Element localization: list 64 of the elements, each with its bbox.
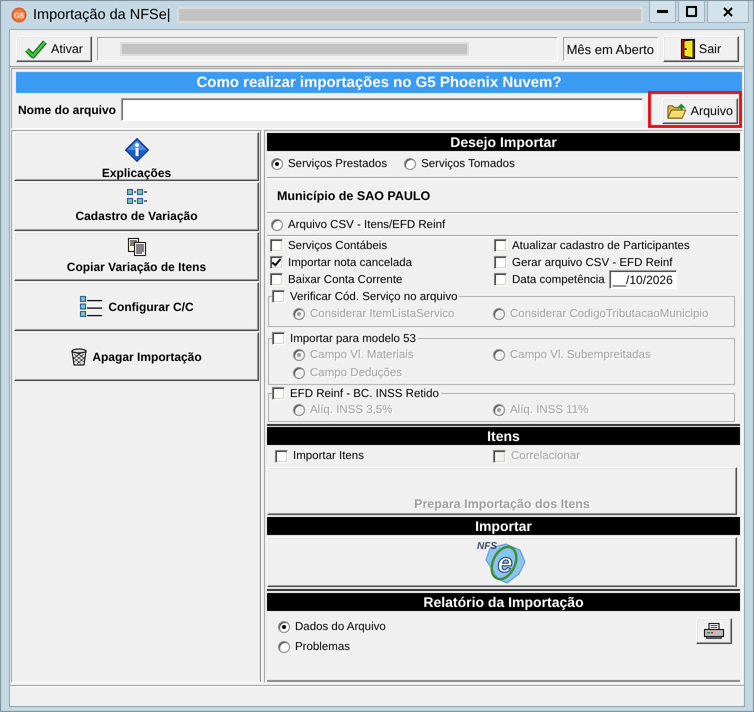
file-name-label: Nome do arquivo — [17, 102, 116, 116]
checkbox-option[interactable]: Gerar arquivo CSV - EFD Reinf — [494, 256, 672, 269]
date-field[interactable]: __/10/2026 — [608, 270, 677, 289]
section-header: Desejo Importar — [267, 133, 740, 151]
list-icon — [79, 295, 104, 318]
sidebar-button[interactable]: Apagar Importação — [14, 332, 259, 381]
section-header: Relatório da Importação — [267, 593, 740, 611]
checkbox-option[interactable]: Baixar Conta Corrente — [270, 273, 402, 286]
print-button[interactable] — [696, 618, 732, 644]
radio-option[interactable]: Serviços Prestados — [271, 158, 388, 170]
checkbox-option[interactable]: Importar nota cancelada — [270, 256, 412, 269]
checkbox-option[interactable]: Atualizar cadastro de Participantes — [494, 239, 690, 252]
window-title: Importação da NFSe| — [33, 7, 171, 23]
checkbox[interactable] — [275, 450, 288, 462]
maximize-icon — [686, 6, 697, 17]
file-name-field[interactable] — [121, 98, 643, 121]
checkbox-option[interactable]: Serviços Contábeis — [270, 239, 388, 252]
checkbox-option[interactable]: Importar Itens — [275, 450, 364, 462]
radio-option[interactable]: Arquivo CSV - Itens/EFD Reinf — [271, 218, 446, 230]
period-status: Mês em Aberto — [562, 37, 658, 61]
checkbox[interactable] — [272, 387, 285, 400]
maximize-button[interactable] — [678, 1, 705, 23]
checkbox[interactable] — [494, 239, 507, 252]
minimize-icon — [657, 10, 668, 13]
sidebar-button[interactable]: Copiar Variação de Itens — [14, 232, 259, 281]
checkbox-option[interactable]: EFD Reinf - BC. INSS Retido — [272, 387, 441, 400]
check-icon — [25, 39, 48, 59]
printer-icon — [704, 623, 724, 639]
municipality-label: Município de SAO PAULO — [276, 188, 432, 205]
checkbox[interactable] — [270, 256, 283, 269]
radio-button[interactable] — [271, 158, 283, 170]
sidebar-button[interactable]: Explicações — [14, 132, 259, 181]
radio-option[interactable]: Problemas — [278, 641, 350, 653]
checkbox[interactable] — [494, 273, 507, 286]
activate-button[interactable]: Ativar — [16, 36, 92, 62]
folder-icon — [667, 102, 687, 120]
exit-button[interactable]: Sair — [663, 36, 739, 62]
checkbox-option[interactable]: Data competência — [494, 273, 605, 286]
documents-icon — [128, 238, 146, 256]
radio-option[interactable]: Dados do Arquivo — [278, 621, 386, 633]
radio-button[interactable] — [404, 158, 416, 170]
section-header: Itens — [267, 427, 740, 445]
radio-button[interactable] — [278, 621, 290, 633]
checkbox[interactable] — [272, 332, 285, 345]
checkbox[interactable] — [494, 256, 507, 269]
checkbox[interactable] — [272, 290, 285, 303]
close-button[interactable] — [707, 1, 749, 23]
radio-button[interactable] — [271, 218, 283, 230]
linked-squares-icon — [126, 188, 148, 205]
sidebar-button[interactable]: Configurar C/C — [14, 282, 259, 331]
close-icon — [723, 6, 733, 16]
checkbox[interactable] — [270, 273, 283, 286]
radio-button[interactable] — [278, 641, 290, 653]
file-button[interactable]: Arquivo — [662, 98, 738, 124]
section-header: Importar — [267, 517, 740, 535]
wastebasket-icon — [71, 348, 88, 366]
sidebar-button[interactable]: Cadastro de Variação — [14, 182, 259, 231]
minimize-button[interactable] — [649, 1, 676, 23]
door-icon — [680, 39, 695, 59]
checkbox[interactable] — [270, 239, 283, 252]
info-icon — [124, 138, 148, 162]
checkbox-option[interactable]: Importar para modelo 53 — [272, 332, 418, 345]
checkbox-option[interactable]: Verificar Cód. Serviço no arquivo — [272, 290, 460, 303]
radio-option[interactable]: Serviços Tomados — [404, 158, 515, 170]
